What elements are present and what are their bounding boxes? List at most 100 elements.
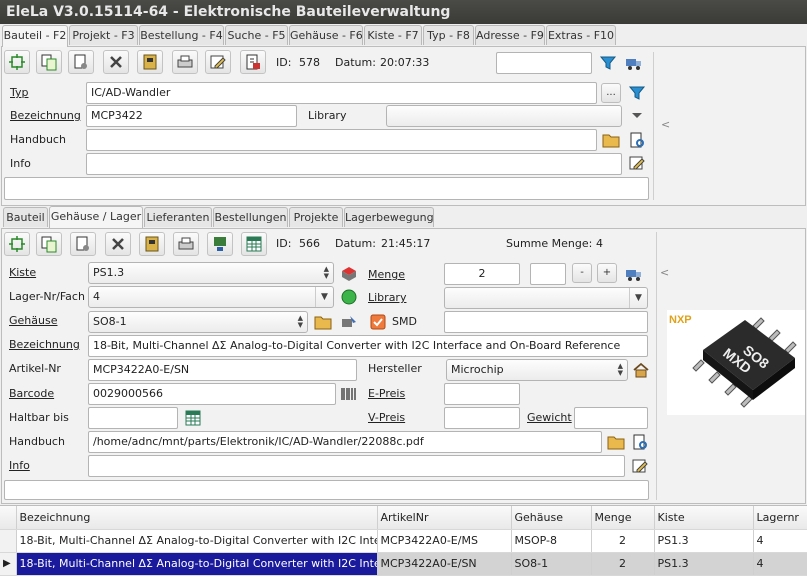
menge-minus-button[interactable]: - (572, 263, 592, 283)
part-notes-area[interactable] (4, 177, 649, 200)
edit-copy-stock-button[interactable] (70, 232, 96, 256)
cell-menge[interactable]: 2 (591, 552, 655, 576)
export-part-button[interactable] (240, 50, 266, 74)
bezeichnung-field[interactable]: MCP3422 (86, 105, 297, 127)
typ-field[interactable]: IC/AD-Wandler (86, 82, 597, 104)
artikel-field[interactable]: MCP3422A0-E/SN (88, 359, 357, 381)
print-stock-button[interactable] (173, 232, 199, 256)
gehaeuse-picker-button[interactable] (339, 312, 359, 332)
stock-notes-area[interactable] (4, 480, 649, 500)
subtab-gehaeuse-lager[interactable]: Gehäuse / Lager (49, 206, 143, 228)
tab-bestellung[interactable]: Bestellung - F4 (139, 25, 224, 45)
part-filter-button[interactable] (598, 53, 618, 73)
gehaeuse-open-button[interactable] (313, 312, 333, 332)
smd-checkbox[interactable] (368, 312, 388, 332)
cell-bezeichnung[interactable]: 18-Bit, Multi-Channel ΔΣ Analog-to-Digit… (16, 529, 378, 553)
epreis-field[interactable] (444, 383, 520, 405)
col-header-kiste[interactable]: Kiste (654, 506, 754, 530)
tab-kiste[interactable]: Kiste - F7 (364, 25, 422, 45)
save-part-button[interactable] (137, 50, 163, 74)
edit-part-button[interactable] (205, 50, 231, 74)
stock-handbuch-field[interactable]: /home/adnc/mnt/parts/Elektronik/IC/AD-Wa… (88, 431, 602, 453)
menge-plus-button[interactable]: + (597, 263, 617, 283)
barcode-field[interactable]: 0029000566 (88, 383, 336, 405)
tab-projekt[interactable]: Projekt - F3 (69, 25, 138, 45)
stock-handbuch-open-button[interactable] (606, 432, 626, 452)
haltbar-calendar-button[interactable] (183, 408, 203, 428)
stock-bezeichnung-field[interactable]: 18-Bit, Multi-Channel ΔΣ Analog-to-Digit… (88, 335, 648, 357)
delete-part-button[interactable] (103, 50, 129, 74)
part-collapse-toggle[interactable]: < (661, 118, 670, 131)
smd-field[interactable] (444, 311, 648, 333)
copy-part-button[interactable] (36, 50, 62, 74)
vpreis-field[interactable] (444, 407, 520, 429)
subtab-lagerbewegung[interactable]: Lagerbewegung (344, 207, 434, 227)
table-row[interactable]: 18-Bit, Multi-Channel ΔΣ Analog-to-Digit… (0, 529, 807, 553)
print-part-button[interactable] (172, 50, 198, 74)
tab-typ[interactable]: Typ - F8 (423, 25, 474, 45)
cell-lagernr[interactable]: 4 (753, 529, 807, 553)
stock-handbuch-view-button[interactable] (630, 432, 650, 452)
handbuch-open-button[interactable] (601, 130, 621, 150)
new-part-button[interactable] (4, 50, 30, 74)
col-header-lagernr[interactable]: Lagernr (753, 506, 807, 530)
col-header-artikelnr[interactable]: ArtikelNr (377, 506, 512, 530)
cell-artikelnr[interactable]: MCP3422A0-E/SN (377, 552, 512, 576)
hersteller-spinbox[interactable]: Microchip ▲ ▼ (446, 359, 628, 381)
part-splitter[interactable] (653, 52, 654, 200)
cell-gehaeuse[interactable]: MSOP-8 (511, 529, 592, 553)
tab-gehaeuse[interactable]: Gehäuse - F6 (289, 25, 363, 45)
haltbar-field[interactable] (88, 407, 178, 429)
barcode-button[interactable] (339, 384, 359, 404)
library-dropdown[interactable] (386, 105, 622, 127)
edit-copy-button[interactable] (68, 50, 94, 74)
stock-info-edit-button[interactable] (630, 456, 650, 476)
stock-library-dropdown[interactable]: ▼ (444, 287, 648, 309)
kiste-spinbox[interactable]: PS1.3 ▲ ▼ (88, 262, 334, 284)
table-row-selected[interactable]: ▶ 18-Bit, Multi-Channel ΔΣ Analog-to-Dig… (0, 552, 807, 576)
tab-suche[interactable]: Suche - F5 (225, 25, 288, 45)
col-header-menge[interactable]: Menge (591, 506, 655, 530)
part-vehicle-button[interactable] (624, 53, 644, 73)
cell-menge[interactable]: 2 (591, 529, 655, 553)
handbuch-view-button[interactable] (627, 130, 647, 150)
stock-splitter[interactable] (656, 232, 657, 500)
typ-filter-button[interactable] (627, 83, 647, 103)
copy-stock-button[interactable] (36, 232, 62, 256)
delete-stock-button[interactable] (105, 232, 131, 256)
cell-artikelnr[interactable]: MCP3422A0-E/MS (377, 529, 512, 553)
info-field[interactable] (86, 153, 622, 175)
network-stock-button[interactable] (207, 232, 233, 256)
subtab-bauteil[interactable]: Bauteil (3, 207, 48, 227)
typ-browse-button[interactable]: ... (601, 83, 621, 103)
hersteller-home-button[interactable] (631, 360, 651, 380)
cell-gehaeuse[interactable]: SO8-1 (511, 552, 592, 576)
cell-lagernr[interactable]: 4 (753, 552, 807, 576)
gewicht-field[interactable] (574, 407, 648, 429)
info-edit-button[interactable] (627, 153, 647, 173)
menge-field[interactable]: 2 (444, 263, 520, 285)
handbuch-field[interactable] (86, 129, 597, 151)
col-header-bezeichnung[interactable]: Bezeichnung (16, 506, 378, 530)
subtab-bestellungen[interactable]: Bestellungen (213, 207, 288, 227)
tab-extras[interactable]: Extras - F10 (546, 25, 616, 45)
library-scroll-button[interactable] (627, 105, 647, 125)
save-stock-button[interactable] (139, 232, 165, 256)
part-search-input[interactable] (496, 52, 592, 74)
new-stock-button[interactable] (4, 232, 30, 256)
calc-stock-button[interactable] (241, 232, 267, 256)
cell-bezeichnung[interactable]: 18-Bit, Multi-Channel ΔΣ Analog-to-Digit… (16, 552, 378, 576)
menge-vehicle-button[interactable] (624, 264, 644, 284)
stock-info-field[interactable] (88, 455, 625, 477)
subtab-lieferanten[interactable]: Lieferanten (144, 207, 212, 227)
lager-dropdown[interactable]: 4 ▼ (88, 286, 334, 308)
tab-adresse[interactable]: Adresse - F9 (475, 25, 545, 45)
cell-kiste[interactable]: PS1.3 (654, 552, 754, 576)
col-header-gehaeuse[interactable]: Gehäuse (511, 506, 592, 530)
menge-step-field[interactable] (530, 263, 566, 285)
kiste-picker-button[interactable] (339, 263, 359, 283)
cell-kiste[interactable]: PS1.3 (654, 529, 754, 553)
stock-collapse-toggle[interactable]: < (660, 266, 669, 279)
gehaeuse-spinbox[interactable]: SO8-1 ▲ ▼ (88, 311, 308, 333)
subtab-projekte[interactable]: Projekte (289, 207, 343, 227)
